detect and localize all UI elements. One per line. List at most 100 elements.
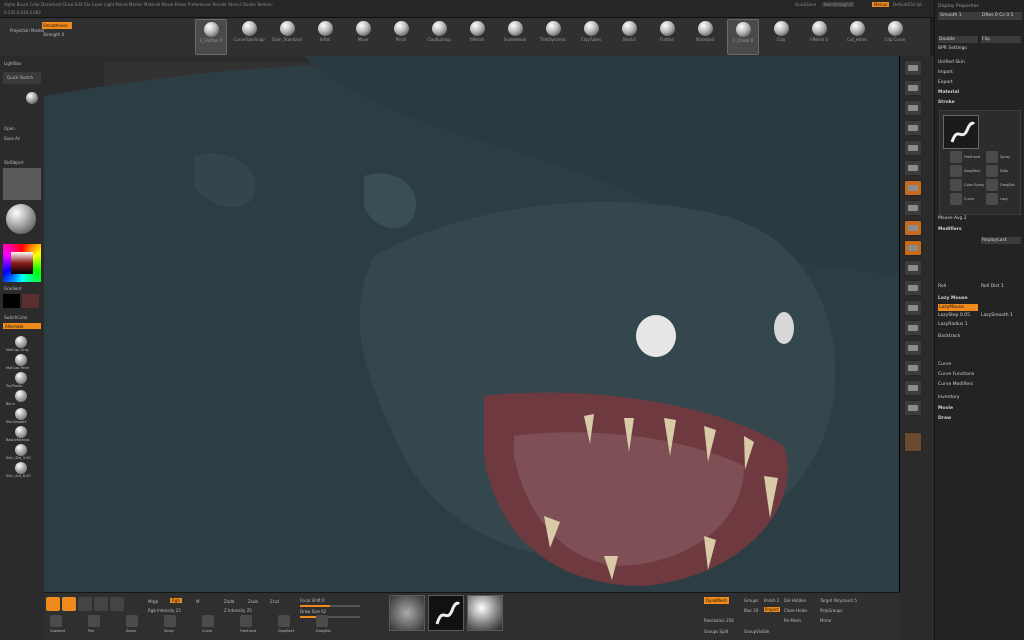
- gradient-label[interactable]: Gradient: [4, 286, 21, 291]
- roll-dist-slider[interactable]: Roll Dist 1: [981, 284, 1004, 289]
- z-intensity-slider[interactable]: Z Intensity 25: [224, 608, 252, 613]
- shortcut-icon[interactable]: [164, 615, 176, 627]
- menus-button[interactable]: Menus: [872, 2, 890, 7]
- brush-button[interactable]: CurveTubeSnap: [233, 19, 265, 55]
- material-sphere-icon[interactable]: [15, 408, 27, 420]
- rotate-mode-button[interactable]: [110, 597, 124, 611]
- shortcut-icon[interactable]: [316, 615, 328, 627]
- stroke-type-icon[interactable]: [986, 193, 998, 205]
- roll-button[interactable]: Roll: [938, 284, 946, 289]
- import-item[interactable]: Import: [938, 70, 953, 75]
- stroke-thumbnail[interactable]: [428, 595, 464, 631]
- right-shelf-button[interactable]: [904, 220, 922, 236]
- curve-section[interactable]: Curve: [938, 362, 951, 367]
- material-sphere-icon[interactable]: [15, 372, 27, 384]
- display-properties-header[interactable]: Display Properties: [938, 4, 979, 9]
- brush-button[interactable]: Move: [347, 19, 379, 55]
- re-mesh-button[interactable]: Re Mesh: [784, 618, 801, 623]
- m-button[interactable]: M: [196, 599, 199, 604]
- flip-button[interactable]: Flip: [981, 36, 1021, 43]
- smooth-slider[interactable]: Smooth 1 DRes 0 Cc 0.5: [938, 12, 1022, 20]
- right-shelf-button[interactable]: [904, 340, 922, 356]
- inventory-section[interactable]: Inventory: [938, 395, 960, 400]
- lazysmooth-slider[interactable]: LazySmooth 1: [981, 313, 1013, 318]
- right-shelf-button[interactable]: [904, 400, 922, 416]
- move-mode-button[interactable]: [78, 597, 92, 611]
- lazystep-slider[interactable]: LazyStep 0.05: [938, 313, 970, 318]
- right-shelf-button[interactable]: [904, 260, 922, 276]
- main-color-swatch[interactable]: [3, 294, 20, 308]
- blur-slider[interactable]: Blur 20: [744, 608, 758, 613]
- alternate-button[interactable]: Alternate: [3, 323, 41, 329]
- brush-button[interactable]: Inflat: [309, 19, 341, 55]
- right-shelf-button[interactable]: [904, 360, 922, 376]
- alpha-thumbnail[interactable]: [389, 595, 425, 631]
- brush-button[interactable]: Clip Curve: [879, 19, 911, 55]
- shortcut-icon[interactable]: [88, 615, 100, 627]
- project-button[interactable]: Project: [764, 607, 780, 612]
- stroke-type-icon[interactable]: [950, 165, 962, 177]
- right-shelf-button[interactable]: [904, 180, 922, 196]
- material-sphere-icon[interactable]: [15, 354, 27, 366]
- freehand-stroke-icon[interactable]: [943, 115, 979, 149]
- edit-mode-button[interactable]: [46, 597, 60, 611]
- close-holes-button[interactable]: Close Holes: [784, 608, 807, 613]
- stroke-palette[interactable]: Stroke: [938, 100, 955, 105]
- right-shelf-button[interactable]: [904, 60, 922, 76]
- menu-items[interactable]: Alpha Brush Color Document Draw Edit Fil…: [4, 2, 274, 7]
- curve-modifiers-section[interactable]: Curve Modifiers: [938, 382, 973, 387]
- secondary-color-swatch[interactable]: [22, 294, 39, 308]
- shortcut-icon[interactable]: [202, 615, 214, 627]
- del-hidden-button[interactable]: Del Hidden: [784, 598, 806, 603]
- focal-shift-track[interactable]: [300, 605, 360, 607]
- texture-slot[interactable]: [3, 168, 41, 200]
- zadd-button[interactable]: Zadd: [224, 599, 234, 604]
- scale-mode-button[interactable]: [94, 597, 108, 611]
- stroke-type-icon[interactable]: [986, 151, 998, 163]
- right-shelf-button[interactable]: [904, 320, 922, 336]
- material-sphere-icon[interactable]: [6, 204, 36, 234]
- polish-slider[interactable]: Polish 2: [764, 598, 779, 603]
- shortcut-icon[interactable]: [240, 615, 252, 627]
- zcut-button[interactable]: Zcut: [270, 599, 279, 604]
- material-sphere-icon[interactable]: [15, 462, 27, 474]
- default-script-label[interactable]: DefaultZScript: [893, 2, 922, 7]
- canvas-viewport[interactable]: [44, 56, 900, 592]
- brush-button[interactable]: C_Flatten 0: [195, 19, 227, 55]
- curve-functions-section[interactable]: Curve Functions: [938, 372, 974, 377]
- brush-button[interactable]: ClayTubes: [575, 19, 607, 55]
- mirror-button[interactable]: Mirror: [820, 618, 832, 623]
- color-swatch-button[interactable]: [904, 432, 922, 452]
- lazy-mouse-section[interactable]: Lazy Mouse: [938, 296, 968, 301]
- groups-button[interactable]: Groups: [744, 598, 758, 603]
- brush-button[interactable]: Standard: [689, 19, 721, 55]
- target-polycount-slider[interactable]: Target Polycount 5: [820, 598, 857, 603]
- draw-palette[interactable]: Draw: [938, 416, 951, 421]
- material-sphere-icon[interactable]: [15, 390, 27, 402]
- material-sphere-icon[interactable]: [15, 426, 27, 438]
- lazymouse-toggle[interactable]: LazyMouse: [938, 304, 978, 311]
- color-square[interactable]: [11, 252, 33, 274]
- brush-button[interactable]: TrimDynamic: [537, 19, 569, 55]
- movie-palette[interactable]: Movie: [938, 406, 953, 411]
- right-shelf-button[interactable]: [904, 380, 922, 396]
- zsub-button[interactable]: Zsub: [248, 599, 258, 604]
- rgb-button[interactable]: Rgb: [170, 598, 182, 603]
- polygroups-button[interactable]: PolyGroups: [820, 608, 842, 613]
- draw-mode-button[interactable]: [62, 597, 76, 611]
- export-item[interactable]: Export: [938, 80, 953, 85]
- sphere-thumbnail-icon[interactable]: [26, 92, 38, 104]
- mrgb-button[interactable]: Mrgb: [148, 599, 158, 604]
- save-as-button[interactable]: Save As: [4, 136, 20, 141]
- brush-button[interactable]: hPolish 0: [803, 19, 835, 55]
- shortcut-icon[interactable]: [126, 615, 138, 627]
- brush-button[interactable]: Slash3: [613, 19, 645, 55]
- stroke-type-icon[interactable]: [950, 151, 962, 163]
- right-shelf-button[interactable]: [904, 200, 922, 216]
- brush-button[interactable]: Pinch: [385, 19, 417, 55]
- open-button[interactable]: Open: [4, 126, 15, 131]
- see-through-slider[interactable]: See-through 0: [822, 2, 855, 7]
- backtrack-button[interactable]: Backtrack: [938, 334, 960, 339]
- stroke-type-icon[interactable]: [950, 193, 962, 205]
- right-shelf-button[interactable]: [904, 140, 922, 156]
